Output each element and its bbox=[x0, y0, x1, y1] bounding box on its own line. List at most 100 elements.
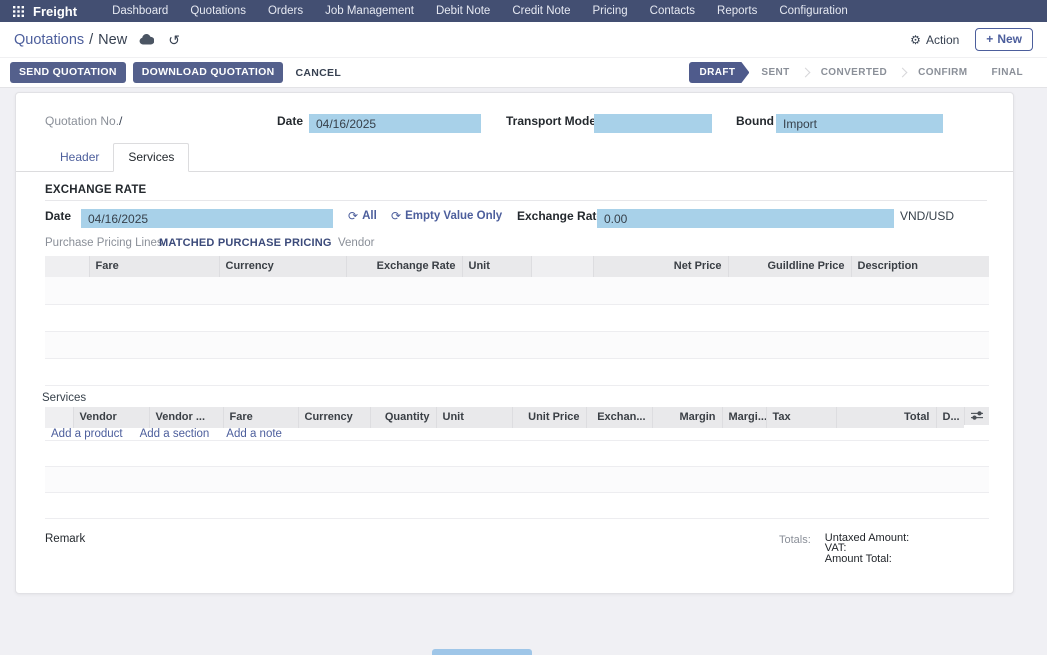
form-footer: Remark Totals: Untaxed Amount: VAT: Amou… bbox=[45, 533, 987, 565]
stage-sent[interactable]: SENT bbox=[749, 67, 801, 78]
column-description[interactable]: Description bbox=[851, 256, 989, 277]
column-net-price[interactable]: Net Price bbox=[593, 256, 728, 277]
vat-label: VAT: bbox=[825, 543, 909, 554]
status-pipeline: DRAFT SENT CONVERTED CONFIRM FINAL bbox=[689, 62, 1037, 83]
column-vendor-2[interactable]: Vendor ... bbox=[149, 407, 223, 428]
discard-undo-icon[interactable]: ↺ bbox=[168, 33, 180, 47]
purchase-pricing-header-row: Purchase Pricing Lines MATCHED PURCHASE … bbox=[16, 237, 1013, 253]
spacer-column bbox=[531, 256, 593, 277]
notebook-tabs: Header Services bbox=[16, 143, 1013, 172]
optional-columns-icon[interactable] bbox=[964, 407, 989, 425]
action-menu-button[interactable]: ⚙ Action bbox=[910, 33, 959, 47]
section-divider bbox=[45, 200, 987, 201]
column-currency[interactable]: Currency bbox=[298, 407, 370, 428]
column-vendor[interactable]: Vendor bbox=[73, 407, 149, 428]
breadcrumb: Quotations / New bbox=[14, 32, 127, 48]
row-handle-column bbox=[45, 256, 89, 277]
quotation-form-card: Quotation No. / Date Transport Mode Boun… bbox=[15, 92, 1014, 594]
transport-mode-input[interactable] bbox=[594, 114, 712, 133]
add-a-note-link[interactable]: Add a note bbox=[226, 428, 282, 440]
purchase-pricing-table: Fare Currency Exchange Rate Unit Net Pri… bbox=[45, 256, 989, 386]
breadcrumb-current: New bbox=[98, 32, 127, 48]
date-input[interactable] bbox=[309, 114, 481, 133]
control-panel: Quotations / New ↺ ⚙ Action + New bbox=[0, 22, 1047, 58]
table-row bbox=[45, 304, 989, 331]
form-header-row: Quotation No. / Date Transport Mode Boun… bbox=[16, 111, 1013, 137]
column-unit-price[interactable]: Unit Price bbox=[512, 407, 586, 428]
gear-icon: ⚙ bbox=[910, 33, 921, 47]
horizontal-scrollbar-thumb[interactable] bbox=[432, 649, 532, 655]
column-guildline-price[interactable]: Guildline Price bbox=[728, 256, 851, 277]
column-description[interactable]: D... bbox=[936, 407, 964, 428]
date-label: Date bbox=[277, 114, 303, 128]
add-line-row: Add a product Add a section Add a note bbox=[45, 428, 989, 441]
services-table-header: Vendor Vendor ... Fare Currency Quantity… bbox=[45, 407, 989, 428]
send-quotation-button[interactable]: SEND QUOTATION bbox=[10, 62, 126, 83]
stage-confirm[interactable]: CONFIRM bbox=[906, 67, 979, 78]
cloud-save-icon[interactable] bbox=[139, 34, 154, 45]
column-fare[interactable]: Fare bbox=[223, 407, 298, 428]
services-table: Vendor Vendor ... Fare Currency Quantity… bbox=[45, 407, 989, 519]
column-exchange[interactable]: Exchan... bbox=[586, 407, 652, 428]
add-a-section-link[interactable]: Add a section bbox=[140, 428, 210, 440]
refresh-icon: ⟳ bbox=[391, 209, 401, 223]
plus-icon: + bbox=[986, 32, 993, 46]
purchase-pricing-lines-label: Purchase Pricing Lines bbox=[45, 237, 163, 249]
tab-services[interactable]: Services bbox=[113, 143, 189, 172]
exchange-rate-label: Exchange Rate bbox=[517, 209, 603, 223]
form-button-bar: SEND QUOTATION DOWNLOAD QUOTATION CANCEL… bbox=[0, 58, 1047, 88]
column-quantity[interactable]: Quantity bbox=[370, 407, 436, 428]
quotation-no-label: Quotation No. bbox=[45, 114, 119, 128]
column-exchange-rate[interactable]: Exchange Rate bbox=[346, 256, 462, 277]
refresh-empty-value-button[interactable]: ⟳ Empty Value Only bbox=[391, 209, 502, 223]
menu-dashboard[interactable]: Dashboard bbox=[101, 0, 179, 22]
bound-label: Bound bbox=[736, 114, 774, 128]
column-margin-2[interactable]: Margi... bbox=[722, 407, 766, 428]
quotation-no-value: / bbox=[119, 114, 122, 128]
menu-reports[interactable]: Reports bbox=[706, 0, 768, 22]
tab-header[interactable]: Header bbox=[46, 144, 113, 171]
breadcrumb-quotations-link[interactable]: Quotations bbox=[14, 32, 84, 48]
menu-debit-note[interactable]: Debit Note bbox=[425, 0, 501, 22]
table-row bbox=[45, 358, 989, 385]
breadcrumb-separator: / bbox=[89, 32, 93, 48]
add-a-product-link[interactable]: Add a product bbox=[51, 428, 123, 440]
stage-draft[interactable]: DRAFT bbox=[689, 62, 750, 83]
column-currency[interactable]: Currency bbox=[219, 256, 346, 277]
menu-pricing[interactable]: Pricing bbox=[582, 0, 639, 22]
apps-grid-icon[interactable] bbox=[8, 0, 28, 22]
services-label: Services bbox=[42, 392, 1013, 404]
table-row bbox=[45, 492, 989, 518]
column-unit[interactable]: Unit bbox=[436, 407, 512, 428]
menu-orders[interactable]: Orders bbox=[257, 0, 314, 22]
exchange-rate-section-title: EXCHANGE RATE bbox=[45, 184, 1013, 196]
new-record-button[interactable]: + New bbox=[975, 28, 1033, 51]
matched-purchase-pricing-button[interactable]: MATCHED PURCHASE PRICING bbox=[159, 237, 332, 249]
column-tax[interactable]: Tax bbox=[766, 407, 836, 428]
app-title[interactable]: Freight bbox=[33, 4, 77, 19]
stage-final[interactable]: FINAL bbox=[980, 67, 1035, 78]
transport-mode-label: Transport Mode bbox=[506, 114, 596, 128]
refresh-all-button[interactable]: ⟳ All bbox=[348, 209, 377, 223]
cancel-button[interactable]: CANCEL bbox=[295, 67, 341, 79]
stage-converted[interactable]: CONVERTED bbox=[809, 67, 899, 78]
table-row bbox=[45, 440, 989, 466]
column-margin[interactable]: Margin bbox=[652, 407, 722, 428]
download-quotation-button[interactable]: DOWNLOAD QUOTATION bbox=[133, 62, 284, 83]
menu-contacts[interactable]: Contacts bbox=[639, 0, 706, 22]
amount-total-label: Amount Total: bbox=[825, 554, 909, 565]
table-row bbox=[45, 331, 989, 358]
menu-configuration[interactable]: Configuration bbox=[768, 0, 858, 22]
menu-credit-note[interactable]: Credit Note bbox=[501, 0, 581, 22]
menu-job-management[interactable]: Job Management bbox=[314, 0, 425, 22]
exchange-rate-input[interactable] bbox=[597, 209, 894, 228]
table-row bbox=[45, 277, 989, 304]
action-label: Action bbox=[926, 33, 959, 47]
column-fare[interactable]: Fare bbox=[89, 256, 219, 277]
vendor-label: Vendor bbox=[338, 237, 374, 249]
exchange-date-input[interactable] bbox=[81, 209, 333, 228]
menu-quotations[interactable]: Quotations bbox=[179, 0, 257, 22]
column-total[interactable]: Total bbox=[836, 407, 936, 428]
bound-input[interactable] bbox=[776, 114, 943, 133]
column-unit[interactable]: Unit bbox=[462, 256, 531, 277]
